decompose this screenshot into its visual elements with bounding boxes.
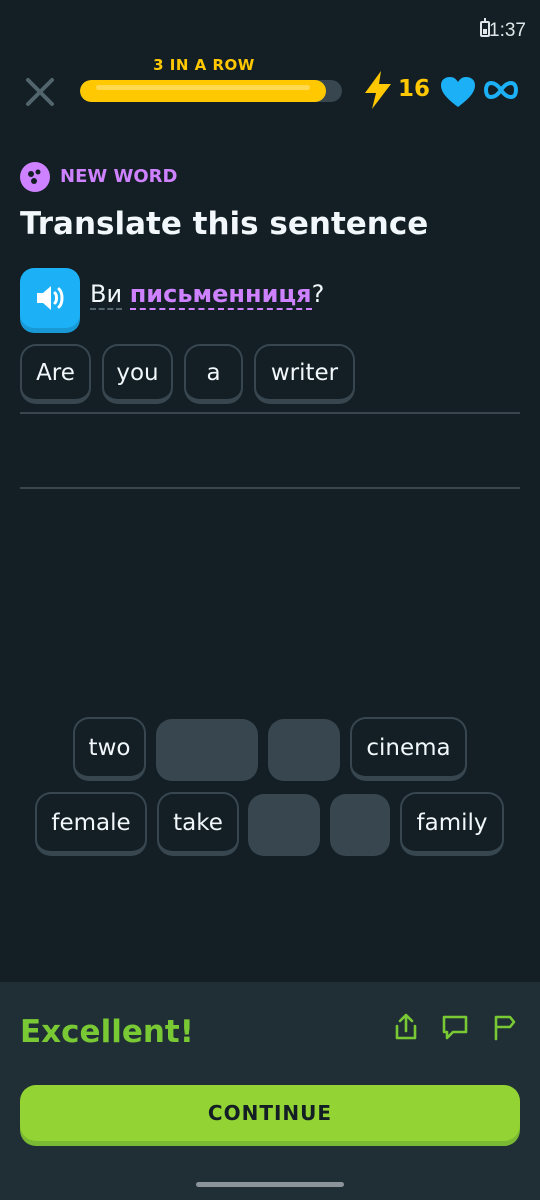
- prompt-punctuation: ?: [311, 280, 325, 308]
- result-message: Excellent!: [20, 1014, 194, 1050]
- infinity-icon[interactable]: [483, 78, 519, 102]
- answer-area: Are you a writer: [20, 342, 520, 490]
- word-chip[interactable]: two: [73, 717, 146, 781]
- exercise-title: Translate this sentence: [20, 206, 429, 242]
- status-bar: 1:37: [0, 0, 540, 60]
- prompt-new-word[interactable]: письменниця: [129, 280, 312, 310]
- answer-chip[interactable]: a: [184, 344, 243, 404]
- lesson-header: 3 IN A ROW 16: [0, 56, 540, 128]
- prompt-word[interactable]: Ви: [90, 280, 123, 310]
- new-word-icon: [20, 162, 50, 192]
- lesson-progress-bar: [80, 80, 342, 102]
- close-button[interactable]: [20, 72, 60, 112]
- answer-chip[interactable]: Are: [20, 344, 91, 404]
- answer-line: [20, 412, 520, 414]
- speaker-icon: [37, 286, 64, 310]
- prompt-sentence: Ви письменниця?: [90, 280, 325, 310]
- close-icon: [26, 78, 54, 106]
- word-slot-empty: [268, 719, 340, 781]
- play-audio-button[interactable]: [20, 268, 80, 328]
- word-slot-empty: [156, 719, 258, 781]
- word-chip[interactable]: cinema: [350, 717, 467, 781]
- answer-chip[interactable]: writer: [254, 344, 355, 404]
- answer-line: [20, 487, 520, 489]
- status-time: 1:37: [489, 20, 526, 41]
- continue-button[interactable]: CONTINUE: [20, 1085, 520, 1141]
- energy-count[interactable]: 16: [398, 76, 430, 102]
- streak-label: 3 IN A ROW: [153, 56, 255, 74]
- word-chip[interactable]: family: [400, 792, 504, 856]
- comment-icon[interactable]: [440, 1012, 470, 1042]
- word-slot-empty: [330, 794, 390, 856]
- word-chip[interactable]: take: [157, 792, 239, 856]
- result-footer: Excellent! CONTINUE: [0, 982, 540, 1200]
- home-indicator[interactable]: [196, 1182, 344, 1187]
- lightning-icon[interactable]: [361, 70, 395, 110]
- flag-icon[interactable]: [490, 1012, 520, 1042]
- new-word-label: NEW WORD: [60, 166, 178, 187]
- answer-chip[interactable]: you: [102, 344, 173, 404]
- heart-icon[interactable]: [440, 76, 476, 108]
- word-slot-empty: [248, 794, 320, 856]
- word-chip[interactable]: female: [35, 792, 147, 856]
- progress-fill: [80, 80, 327, 102]
- share-icon[interactable]: [391, 1012, 421, 1042]
